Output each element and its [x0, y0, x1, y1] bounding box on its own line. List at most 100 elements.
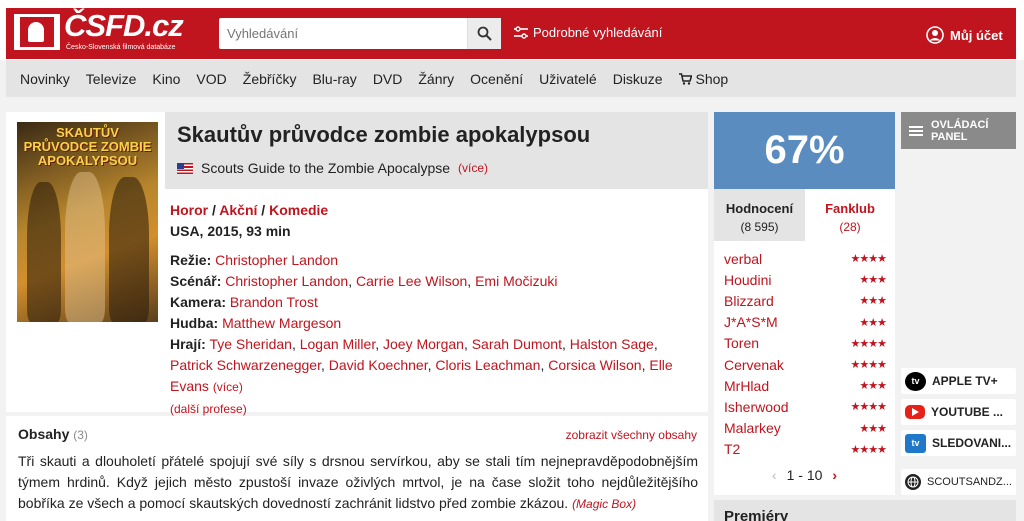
screenplay-row: Scénář: Christopher Landon, Carrie Lee W… — [170, 273, 558, 289]
cart-icon — [678, 72, 692, 85]
account-link[interactable]: Můj účet — [926, 26, 1003, 44]
nav-item-oceneni[interactable]: Ocenění — [470, 71, 523, 87]
directing-row: Režie: Christopher Landon — [170, 252, 339, 268]
star-rating: ★★★★ — [850, 401, 887, 414]
list-item: Toren ★★★★ — [724, 333, 887, 354]
nav-item-kino[interactable]: Kino — [152, 71, 180, 87]
person-link[interactable]: Cloris Leachman — [435, 357, 540, 373]
vod-youtube[interactable]: YOUTUBE ... — [901, 399, 1016, 425]
next-page-button[interactable]: › — [832, 467, 837, 483]
person-link[interactable]: Logan Miller — [300, 336, 376, 352]
original-title: Scouts Guide to the Zombie Apocalypse — [201, 160, 451, 176]
list-item: verbal ★★★★ — [724, 248, 887, 269]
logo-text: ČSFD.cz — [64, 8, 184, 43]
user-ratings-list: verbal ★★★★ Houdini ★★★ Blizzard ★★★ J*A*S*… — [724, 248, 887, 460]
user-link[interactable]: T2 — [724, 441, 740, 457]
user-link[interactable]: verbal — [724, 251, 762, 267]
nav-item-shop[interactable]: Shop — [678, 70, 729, 87]
more-professions-link[interactable]: (další profese) — [170, 402, 247, 416]
search-input[interactable] — [219, 18, 467, 49]
nav-shop-label: Shop — [695, 70, 729, 87]
user-icon — [926, 26, 944, 44]
more-cast-link[interactable]: (více) — [213, 380, 243, 394]
person-link[interactable]: Carrie Lee Wilson — [356, 273, 467, 289]
logo-tagline: Česko-Slovenská filmová databáze — [66, 44, 176, 51]
person-link[interactable]: Sarah Dumont — [472, 336, 562, 352]
star-rating: ★★★ — [859, 295, 887, 308]
genre-link[interactable]: Horor — [170, 202, 208, 218]
nav-item-diskuze[interactable]: Diskuze — [613, 71, 663, 87]
poster-title: SKAUTŮV PRŮVODCE ZOMBIE APOKALYPSOU — [23, 125, 152, 168]
genre-link[interactable]: Akční — [219, 202, 257, 218]
user-link[interactable]: Toren — [724, 335, 759, 351]
control-panel-button[interactable]: OVLÁDACÍ PANEL — [901, 112, 1016, 149]
ratings-pager: ‹ 1 - 10 › — [714, 467, 895, 483]
film-poster[interactable]: SKAUTŮV PRŮVODCE ZOMBIE APOKALYPSOU — [17, 122, 158, 322]
user-link[interactable]: Blizzard — [724, 293, 774, 309]
rating-tabs: Hodnocení (8 595) Fanklub (28) — [714, 189, 895, 241]
person-link[interactable]: Tye Sheridan — [209, 336, 292, 352]
user-link[interactable]: J*A*S*M — [724, 314, 778, 330]
person-link[interactable]: David Koechner — [329, 357, 428, 373]
person-link[interactable]: Matthew Margeson — [222, 315, 341, 331]
nav-item-zebricky[interactable]: Žebříčky — [243, 71, 297, 87]
search-button[interactable] — [467, 18, 501, 49]
star-rating: ★★★★ — [850, 359, 887, 372]
list-item: Houdini ★★★ — [724, 269, 887, 290]
star-rating: ★★★ — [859, 380, 887, 393]
apple-tv-icon: tv — [905, 371, 926, 391]
sledovani-tv-icon: tv — [905, 433, 926, 453]
list-item: Isherwood ★★★★ — [724, 396, 887, 417]
search-icon — [477, 26, 492, 41]
plot-section: Obsahy (3) zobrazit všechny obsahy Tři s… — [6, 416, 708, 521]
person-link[interactable]: Christopher Landon — [215, 252, 338, 268]
main-nav: Novinky Televize Kino VOD Žebříčky Blu-r… — [6, 60, 1016, 97]
control-panel-label: OVLÁDACÍ PANEL — [931, 118, 989, 143]
nav-item-novinky[interactable]: Novinky — [20, 71, 70, 87]
person-link[interactable]: Halston Sage — [570, 336, 654, 352]
tab-fanclub[interactable]: Fanklub (28) — [805, 189, 895, 241]
vod-website[interactable]: SCOUTSANDZ... — [901, 469, 1016, 495]
vod-apple-tv[interactable]: tv APPLE TV+ — [901, 368, 1016, 394]
user-link[interactable]: Houdini — [724, 272, 771, 288]
plot-source-link[interactable]: (Magic Box) — [572, 497, 636, 511]
nav-item-dvd[interactable]: DVD — [373, 71, 403, 87]
advanced-search-link[interactable]: Podrobné vyhledávání — [514, 25, 662, 40]
person-link[interactable]: Corsica Wilson — [548, 357, 641, 373]
genre-link[interactable]: Komedie — [269, 202, 328, 218]
nav-item-bluray[interactable]: Blu-ray — [312, 71, 356, 87]
show-all-plots-link[interactable]: zobrazit všechny obsahy — [566, 428, 697, 442]
camera-row: Kamera: Brandon Trost — [170, 294, 318, 310]
sliders-icon — [514, 26, 528, 39]
person-link[interactable]: Patrick Schwarzenegger — [170, 357, 321, 373]
nav-item-televize[interactable]: Televize — [86, 71, 137, 87]
music-row: Hudba: Matthew Margeson — [170, 315, 342, 331]
nav-item-uzivatele[interactable]: Uživatelé — [539, 71, 597, 87]
nav-item-zanry[interactable]: Žánry — [418, 71, 454, 87]
premiery-heading: Premiéry — [714, 500, 1016, 521]
user-link[interactable]: MrHlad — [724, 378, 769, 394]
star-rating: ★★★★ — [850, 253, 887, 266]
prev-page-button[interactable]: ‹ — [772, 467, 777, 483]
advanced-search-label: Podrobné vyhledávání — [533, 25, 663, 40]
list-item: Blizzard ★★★ — [724, 290, 887, 311]
more-titles-link[interactable]: (více) — [458, 161, 488, 175]
film-title: Skautův průvodce zombie apokalypsou — [177, 122, 591, 147]
page-range: 1 - 10 — [786, 467, 823, 483]
vod-sledovani-tv[interactable]: tv SLEDOVANI... — [901, 430, 1016, 456]
cast-row: Hrají: Tye Sheridan, Logan Miller, Joey … — [170, 336, 673, 394]
person-link[interactable]: Joey Morgan — [383, 336, 464, 352]
person-link[interactable]: Brandon Trost — [230, 294, 318, 310]
user-link[interactable]: Cervenak — [724, 357, 784, 373]
nav-item-vod[interactable]: VOD — [196, 71, 226, 87]
user-link[interactable]: Malarkey — [724, 420, 781, 436]
tab-ratings[interactable]: Hodnocení (8 595) — [714, 189, 805, 241]
film-logo-icon — [14, 14, 60, 50]
person-link[interactable]: Christopher Landon — [225, 273, 348, 289]
user-link[interactable]: Isherwood — [724, 399, 789, 415]
csfd-logo[interactable]: ČSFD.cz Česko-Slovenská filmová databáze — [14, 8, 184, 56]
search-box — [219, 18, 501, 49]
film-panel: SKAUTŮV PRŮVODCE ZOMBIE APOKALYPSOU Skau… — [6, 112, 708, 416]
star-rating: ★★★ — [859, 422, 887, 435]
person-link[interactable]: Emi Močizuki — [475, 273, 557, 289]
